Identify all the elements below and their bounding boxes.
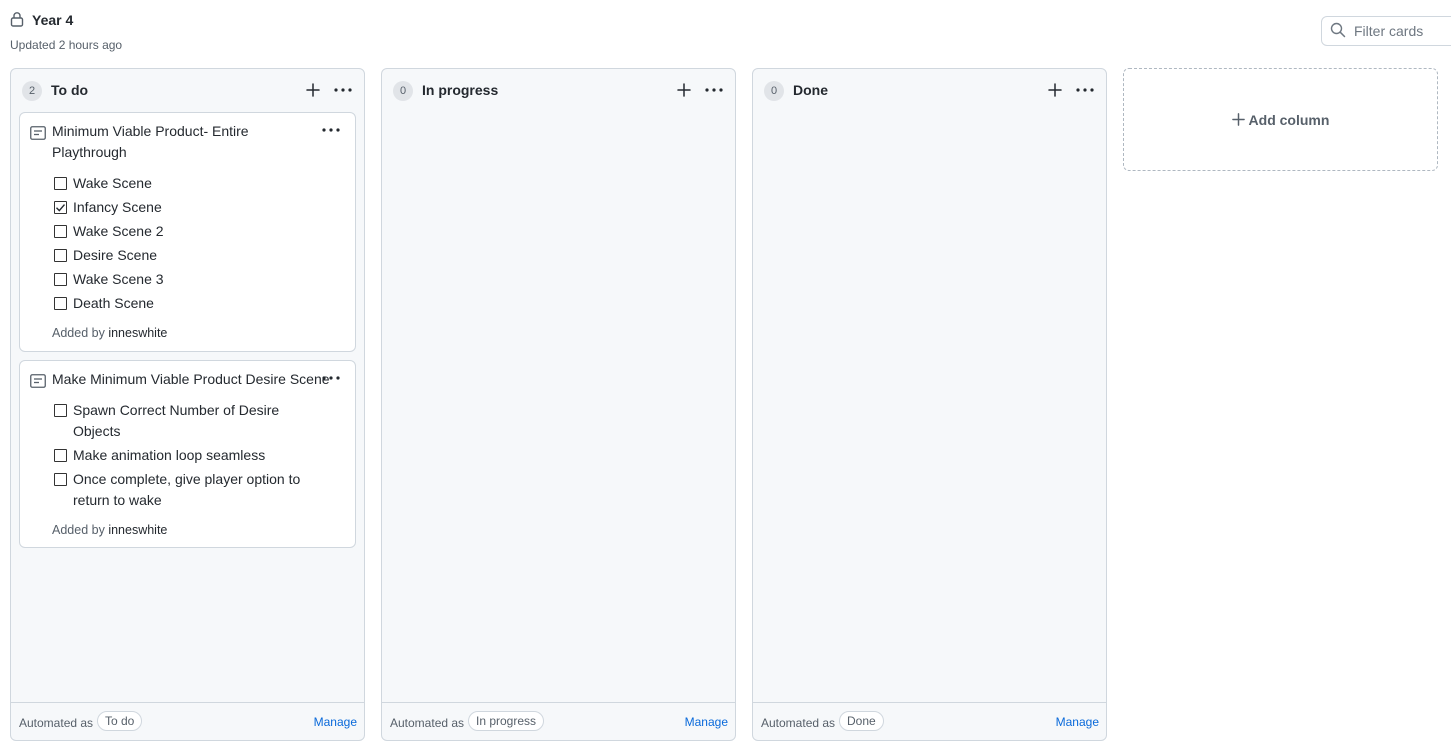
added-by-user[interactable]: inneswhite (108, 326, 167, 340)
task-checkbox[interactable] (54, 201, 67, 214)
column-name: Done (793, 82, 828, 98)
kebab-horizontal-icon (322, 128, 340, 132)
task-checkbox[interactable] (54, 225, 67, 238)
card-menu-button[interactable] (321, 372, 341, 384)
card-added-by: Added by inneswhite (52, 523, 167, 537)
add-column-label: Add column (1248, 111, 1330, 128)
task-checkbox[interactable] (54, 273, 67, 286)
task-label: Wake Scene 3 (73, 271, 164, 287)
add-card-button[interactable] (1046, 81, 1064, 99)
task-label: Once complete, give player option to ret… (73, 471, 301, 508)
task-checkbox[interactable] (54, 404, 67, 417)
add-card-button[interactable] (304, 81, 322, 99)
column-menu-button[interactable] (704, 81, 724, 99)
plus-icon (306, 83, 320, 97)
project-updated: Updated 2 hours ago (10, 38, 123, 52)
added-by-user[interactable]: inneswhite (108, 523, 167, 537)
column-footer: Automated as To do Manage (11, 702, 364, 740)
note-icon (30, 374, 46, 391)
task-label: Make animation loop seamless (73, 447, 266, 463)
automation-badge: To do (97, 711, 143, 731)
card-mvp-desire-scene[interactable]: Make Minimum Viable Product Desire Scene… (19, 360, 356, 548)
column-done: 0 Done Automated as Done Manage (752, 68, 1107, 741)
task-item: Death Scene (54, 293, 313, 314)
kebab-horizontal-icon (334, 88, 352, 92)
task-label: Wake Scene 2 (73, 223, 164, 239)
lock-icon (10, 11, 24, 30)
plus-icon (1231, 113, 1245, 126)
task-item: Wake Scene 2 (54, 221, 313, 242)
manage-automation-link[interactable]: Manage (1056, 715, 1099, 729)
column-footer: Automated as Done Manage (753, 702, 1106, 740)
card-title[interactable]: Make Minimum Viable Product Desire Scene (52, 369, 332, 390)
task-item: Spawn Correct Number of Desire Objects (54, 400, 283, 442)
task-checkbox[interactable] (54, 249, 67, 262)
task-checkbox[interactable] (54, 449, 67, 462)
kebab-horizontal-icon (322, 376, 340, 380)
search-icon (1330, 22, 1346, 41)
task-checkbox[interactable] (54, 473, 67, 486)
column-header: 0 Done (753, 69, 1106, 111)
card-added-by: Added by inneswhite (52, 326, 167, 340)
column-count: 0 (393, 81, 413, 101)
filter-input[interactable] (1354, 23, 1451, 39)
task-item: Once complete, give player option to ret… (54, 469, 308, 511)
task-item: Infancy Scene (54, 197, 313, 218)
column-footer: Automated as In progress Manage (382, 702, 735, 740)
added-by-prefix: Added by (52, 523, 105, 537)
column-name: In progress (422, 82, 499, 98)
automated-as-label: Automated as (19, 716, 94, 730)
task-label: Infancy Scene (73, 199, 162, 215)
add-column-button[interactable]: Add column (1123, 68, 1438, 171)
plus-icon (1048, 83, 1062, 97)
added-by-prefix: Added by (52, 326, 105, 340)
kebab-horizontal-icon (1076, 88, 1094, 92)
automated-as-label: Automated as (761, 716, 836, 730)
card-title[interactable]: Minimum Viable Product- Entire Playthrou… (52, 121, 302, 163)
add-card-button[interactable] (675, 81, 693, 99)
column-todo: 2 To do Minimum Viable Product- Entire P… (10, 68, 365, 741)
column-menu-button[interactable] (333, 81, 353, 99)
kebab-horizontal-icon (705, 88, 723, 92)
card-menu-button[interactable] (321, 124, 341, 136)
card-mvp-playthrough[interactable]: Minimum Viable Product- Entire Playthrou… (19, 112, 356, 352)
column-count: 0 (764, 81, 784, 101)
column-header: 2 To do (11, 69, 364, 111)
project-title: Year 4 (32, 12, 74, 28)
task-item: Desire Scene (54, 245, 313, 266)
column-in-progress: 0 In progress Automated as In progress M… (381, 68, 736, 741)
automated-as-label: Automated as (390, 716, 465, 730)
column-name: To do (51, 82, 89, 98)
task-item: Wake Scene (54, 173, 313, 194)
project-header: Year 4 Updated 2 hours ago (10, 10, 122, 52)
task-label: Wake Scene (73, 175, 152, 191)
column-header: 0 In progress (382, 69, 735, 111)
checkmark-icon (56, 204, 66, 212)
task-item: Wake Scene 3 (54, 269, 313, 290)
column-count: 2 (22, 81, 42, 101)
manage-automation-link[interactable]: Manage (314, 715, 357, 729)
automation-badge: Done (839, 711, 884, 731)
task-checkbox[interactable] (54, 297, 67, 310)
task-label: Spawn Correct Number of Desire Objects (73, 402, 280, 439)
automation-badge: In progress (468, 711, 545, 731)
plus-icon (677, 83, 691, 97)
column-menu-button[interactable] (1075, 81, 1095, 99)
note-icon (30, 126, 46, 143)
manage-automation-link[interactable]: Manage (685, 715, 728, 729)
task-checkbox[interactable] (54, 177, 67, 190)
task-item: Make animation loop seamless (54, 445, 313, 466)
filter-cards[interactable] (1321, 16, 1451, 46)
task-label: Death Scene (73, 295, 154, 311)
task-label: Desire Scene (73, 247, 158, 263)
